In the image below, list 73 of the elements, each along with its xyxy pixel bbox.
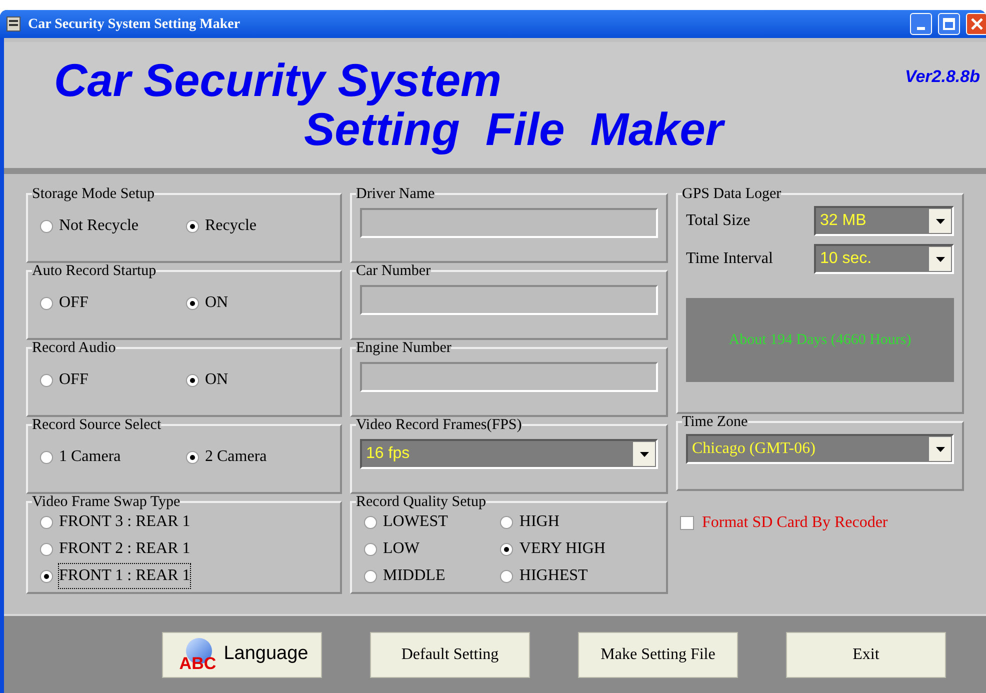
radio-button[interactable]	[186, 296, 199, 310]
app-icon	[6, 16, 22, 32]
group-title: Storage Mode Setup	[32, 186, 154, 202]
radio-button[interactable]	[500, 516, 514, 528]
total-size-label: Total Size	[686, 211, 752, 231]
group-title: Record Audio	[32, 340, 116, 356]
close-icon[interactable]	[966, 13, 986, 35]
radio-button[interactable]	[364, 570, 377, 582]
radio-button[interactable]	[40, 296, 53, 310]
radio-label: 1 Camera	[59, 447, 121, 467]
dropdown-value: 16 fps	[365, 444, 411, 464]
radio-button[interactable]	[364, 516, 377, 528]
radio-button[interactable]	[500, 570, 514, 582]
radio-label: HIGHEST	[519, 566, 588, 586]
group-title: Driver Name	[356, 186, 435, 202]
window-title: Car Security System Setting Maker	[28, 16, 242, 34]
group-title: Record Source Select	[32, 417, 162, 433]
dropdown[interactable]: 16 fps	[360, 439, 658, 469]
dropdown[interactable]: 10 sec.	[814, 244, 954, 274]
radio-label: ON	[205, 370, 228, 390]
dropdown[interactable]: Chicago (GMT-06)	[686, 434, 954, 464]
group-title: Auto Record Startup	[32, 263, 156, 279]
action-button[interactable]: Make Setting File	[578, 632, 738, 678]
radio-label: Not Recycle	[59, 216, 139, 236]
radio-label: OFF	[59, 293, 88, 313]
radio-button[interactable]	[40, 516, 53, 528]
text-field[interactable]	[360, 208, 658, 238]
radio-button[interactable]	[186, 450, 199, 464]
radio-label: HIGH	[519, 512, 560, 532]
banner-subtitle: Setting File Maker	[304, 104, 726, 154]
dropdown[interactable]: 32 MB	[814, 206, 954, 236]
group-title: Time Zone	[682, 414, 748, 430]
action-button[interactable]: Exit	[786, 632, 946, 678]
dropdown-value: Chicago (GMT-06)	[691, 439, 816, 459]
radio-label: LOW	[383, 539, 420, 559]
action-button[interactable]: Default Setting	[370, 632, 530, 678]
group-title: Video Frame Swap Type	[32, 494, 180, 510]
group-title: Engine Number	[356, 340, 452, 356]
radio-label: FRONT 1 : REAR 1	[59, 564, 190, 588]
version-label: Ver2.8.8b	[905, 66, 980, 88]
radio-label: ON	[205, 293, 228, 313]
group-title: Record Quality Setup	[356, 494, 486, 510]
text-field[interactable]	[360, 285, 658, 315]
estimate-text: About 194 Days (4660 Hours)	[728, 330, 912, 350]
radio-button[interactable]	[40, 570, 53, 582]
radio-label: LOWEST	[383, 512, 448, 532]
maximize-icon[interactable]	[938, 13, 960, 35]
radio-button[interactable]	[186, 220, 199, 232]
group-title: Car Number	[356, 263, 431, 279]
radio-button[interactable]	[40, 374, 53, 386]
radio-button[interactable]	[40, 542, 53, 556]
radio-label: FRONT 2 : REAR 1	[59, 539, 190, 559]
radio-button[interactable]	[186, 374, 199, 386]
time-interval-label: Time Interval	[686, 249, 774, 269]
radio-label: VERY HIGH	[519, 539, 606, 559]
radio-button[interactable]	[40, 450, 53, 464]
group-title: GPS Data Loger	[682, 186, 782, 202]
radio-button[interactable]	[500, 542, 514, 556]
radio-label: Recycle	[205, 216, 257, 236]
minimize-icon[interactable]	[910, 13, 932, 35]
radio-button[interactable]	[364, 542, 377, 556]
radio-button[interactable]	[40, 220, 53, 232]
radio-label: FRONT 3 : REAR 1	[59, 512, 190, 532]
dropdown-value: 10 sec.	[819, 249, 873, 269]
radio-label: MIDDLE	[383, 566, 446, 586]
text-field[interactable]	[360, 362, 658, 392]
radio-label: OFF	[59, 370, 88, 390]
checkbox-label: Format SD Card By Recoder	[702, 513, 888, 533]
language-button[interactable]: ABC Language	[162, 632, 322, 678]
dropdown-value: 32 MB	[819, 211, 868, 231]
radio-label: 2 Camera	[205, 447, 267, 467]
group-title: Video Record Frames(FPS)	[356, 417, 522, 433]
checkbox[interactable]	[680, 516, 694, 530]
